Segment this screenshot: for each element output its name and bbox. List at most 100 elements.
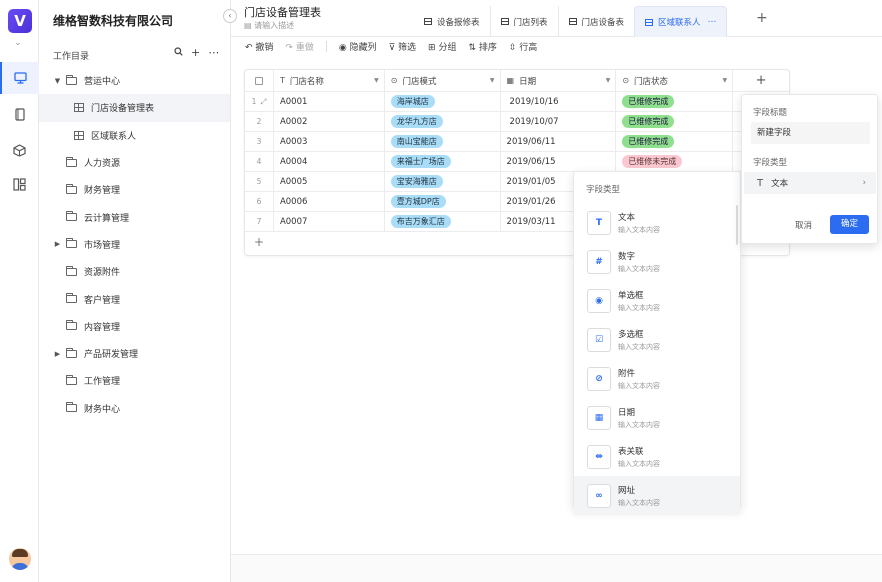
tree-item[interactable]: 区域联系人 — [39, 122, 230, 149]
tree-item[interactable]: 资源附件 — [39, 258, 230, 285]
store-name-cell[interactable]: A0006 — [274, 192, 385, 211]
add-icon[interactable]: + — [191, 46, 200, 59]
tree-item[interactable]: 云计算管理 — [39, 203, 230, 230]
group-button[interactable]: ⊞ 分组 — [428, 40, 456, 53]
add-view-button[interactable]: + — [756, 10, 768, 26]
expand-arrow-icon[interactable]: ▶ — [53, 240, 62, 248]
folder-icon — [66, 156, 77, 167]
expand-arrow-icon[interactable]: ▶ — [53, 350, 62, 358]
store-mode-cell[interactable]: 来福士广场店 — [385, 152, 501, 171]
tree-item[interactable]: 客户管理 — [39, 285, 230, 312]
field-type-select[interactable]: T 文本 › — [744, 172, 876, 194]
date-cell[interactable]: 2019/06/11 — [501, 132, 617, 151]
undo-button[interactable]: ↶ 撤销 — [245, 40, 273, 53]
chevron-down-icon[interactable]: ▼ — [490, 77, 495, 84]
search-icon[interactable] — [174, 46, 183, 59]
expand-arrow-icon[interactable]: ▼ — [53, 77, 62, 85]
date-cell[interactable]: 2019/10/16 — [501, 92, 617, 111]
store-mode-cell[interactable]: 壹方城DP店 — [385, 192, 501, 211]
store-mode-cell[interactable]: 宝安海雅店 — [385, 172, 501, 191]
cube-icon[interactable] — [0, 134, 39, 166]
row-number-cell[interactable]: 4 — [245, 152, 274, 171]
description-field[interactable]: ▤ 请输入描述 — [244, 20, 294, 31]
store-name-cell[interactable]: A0005 — [274, 172, 385, 191]
status-cell[interactable]: 已维修完成 — [616, 112, 734, 131]
row-number-cell[interactable]: 5 — [245, 172, 274, 191]
tree-item[interactable]: ▶ 产品研发管理 — [39, 340, 230, 367]
column-header[interactable]: ⊙ 门店模式 ▼ — [385, 70, 501, 91]
store-name-cell[interactable]: A0007 — [274, 212, 385, 231]
table-row[interactable]: 2 A0002 龙华九方店 2019/10/07 已维修完成 — [245, 112, 789, 132]
workbench-icon[interactable] — [0, 62, 39, 94]
select-all-checkbox[interactable] — [245, 70, 274, 91]
column-header[interactable]: ⊙ 门店状态 ▼ — [616, 70, 734, 91]
tree-item[interactable]: 工作管理 — [39, 367, 230, 394]
chevron-down-icon[interactable]: ▼ — [374, 77, 379, 84]
row-number-cell[interactable]: 2 — [245, 112, 274, 131]
status-tag: 已维修未完成 — [622, 155, 683, 168]
dashboard-icon[interactable] — [0, 168, 39, 200]
table-row[interactable]: 4 A0004 来福士广场店 2019/06/15 已维修未完成 — [245, 152, 789, 172]
page-title[interactable]: 门店设备管理表 — [244, 4, 321, 20]
view-tab[interactable]: 设备报修表 — [414, 6, 490, 37]
tree-item[interactable]: 门店设备管理表 — [39, 94, 230, 122]
table-row[interactable]: 1 ⤢ A0001 海岸城店 2019/10/16 已维修完成 — [245, 92, 789, 112]
row-number-cell[interactable]: 1 ⤢ — [245, 92, 274, 111]
cell-value: A0006 — [279, 196, 308, 207]
tree-item[interactable]: 内容管理 — [39, 313, 230, 340]
date-cell[interactable]: 2019/06/15 — [501, 152, 617, 171]
view-tab[interactable]: 门店设备表 — [557, 6, 635, 37]
avatar[interactable] — [9, 548, 31, 570]
field-type-option[interactable]: ☑ 多选框 输入文本内容 — [574, 320, 740, 359]
expand-row-icon[interactable]: ⤢ — [260, 97, 266, 107]
more-icon[interactable]: ⋯ — [208, 46, 219, 59]
store-name-cell[interactable]: A0001 — [274, 92, 385, 111]
row-height-button[interactable]: ⇳ 行高 — [509, 40, 537, 53]
view-tab[interactable]: 区域联系人 ⋯ — [634, 6, 728, 37]
hide-columns-button[interactable]: ◉ 隐藏列 — [339, 40, 377, 53]
date-cell[interactable]: 2019/10/07 — [501, 112, 617, 131]
tree-item[interactable]: ▶ 市场管理 — [39, 231, 230, 258]
field-type-option[interactable]: ◉ 单选框 输入文本内容 — [574, 281, 740, 320]
status-cell[interactable]: 已维修完成 — [616, 132, 734, 151]
chevron-down-icon[interactable]: ▼ — [606, 77, 611, 84]
tree-item[interactable]: 财务中心 — [39, 395, 230, 422]
chevron-down-icon[interactable]: ▼ — [722, 77, 727, 84]
column-header[interactable]: ▦ 日期 ▼ — [501, 70, 617, 91]
more-icon[interactable]: ⋯ — [708, 17, 717, 27]
field-type-option[interactable]: T 文本 输入文本内容 — [574, 203, 740, 242]
confirm-button[interactable]: 确定 — [830, 215, 869, 234]
app-logo[interactable]: V — [8, 9, 32, 33]
view-tab[interactable]: 门店列表 — [489, 6, 558, 37]
field-type-option[interactable]: # 数字 输入文本内容 — [574, 242, 740, 281]
redo-button[interactable]: ↷ 重做 — [285, 40, 313, 53]
field-title-input[interactable]: 新建字段 — [751, 122, 870, 144]
field-type-option[interactable]: ▦ 日期 输入文本内容 — [574, 398, 740, 437]
store-mode-cell[interactable]: 龙华九方店 — [385, 112, 501, 131]
tree-item[interactable]: ▼ 营运中心 — [39, 67, 230, 94]
column-header[interactable]: T 门店名称 ▼ — [274, 70, 385, 91]
table-row[interactable]: 3 A0003 南山宝能店 2019/06/11 已维修完成 — [245, 132, 789, 152]
chevron-down-icon[interactable]: ⌄ — [14, 38, 22, 48]
add-column-button[interactable]: + — [733, 70, 789, 91]
status-cell[interactable]: 已维修完成 — [616, 92, 734, 111]
row-number-cell[interactable]: 6 — [245, 192, 274, 211]
store-name-cell[interactable]: A0004 — [274, 152, 385, 171]
cancel-button[interactable]: 取消 — [795, 219, 812, 231]
store-name-cell[interactable]: A0003 — [274, 132, 385, 151]
store-mode-cell[interactable]: 海岸城店 — [385, 92, 501, 111]
row-number-cell[interactable]: 7 — [245, 212, 274, 231]
field-type-option[interactable]: ⊘ 附件 输入文本内容 — [574, 359, 740, 398]
store-mode-cell[interactable]: 布吉万象汇店 — [385, 212, 501, 231]
tree-item[interactable]: 人力资源 — [39, 149, 230, 176]
row-number-cell[interactable]: 3 — [245, 132, 274, 151]
status-cell[interactable]: 已维修未完成 — [616, 152, 734, 171]
store-name-cell[interactable]: A0002 — [274, 112, 385, 131]
book-icon[interactable] — [0, 98, 39, 130]
field-type-option[interactable]: ⇹ 表关联 输入文本内容 — [574, 437, 740, 476]
field-type-option[interactable]: ∞ 网址 输入文本内容 — [574, 476, 740, 515]
filter-button[interactable]: ⊽ 筛选 — [389, 40, 416, 53]
tree-item[interactable]: 财务管理 — [39, 176, 230, 203]
sort-button[interactable]: ⇅ 排序 — [468, 40, 496, 53]
store-mode-cell[interactable]: 南山宝能店 — [385, 132, 501, 151]
